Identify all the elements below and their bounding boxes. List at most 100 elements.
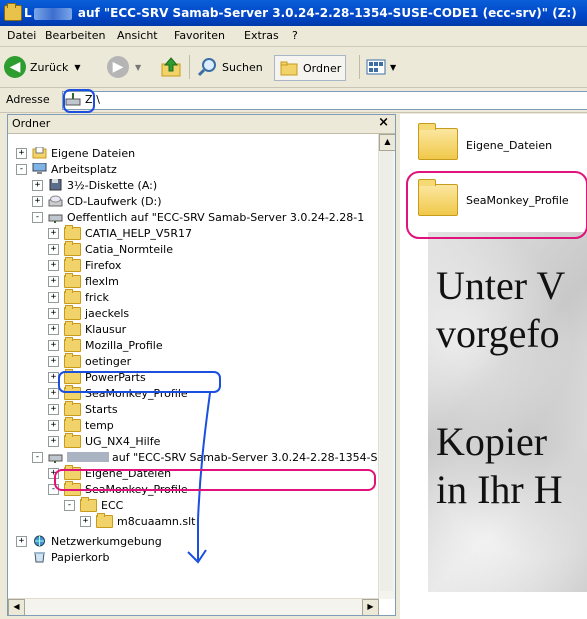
tree-item[interactable]: - SeaMonkey_Profile [48, 480, 188, 497]
expand-icon[interactable]: + [48, 275, 59, 287]
forward-arrow-icon: ▶ [107, 56, 129, 78]
expand-icon[interactable]: + [48, 419, 59, 431]
expand-icon[interactable]: + [48, 339, 59, 351]
tree-item-label: Eigene Dateien [51, 146, 136, 160]
tree-item[interactable]: +3½-Diskette (A:) [32, 177, 157, 193]
tree-item[interactable]: + SeaMonkey_Profile [48, 384, 188, 401]
scroll-up-icon[interactable]: ▲ [379, 134, 395, 151]
scroll-track[interactable] [380, 151, 393, 591]
tree-item-label: Mozilla_Profile [85, 338, 163, 352]
expand-icon[interactable]: + [48, 467, 59, 479]
expand-icon[interactable]: + [48, 403, 59, 415]
file-item-label[interactable]: SeaMonkey_Profile [466, 194, 569, 207]
scroll-right-icon[interactable]: ▶ [362, 599, 379, 615]
expand-icon[interactable]: + [32, 179, 43, 191]
expand-icon[interactable]: + [16, 535, 27, 547]
tree-item-label: Starts [85, 402, 118, 416]
folder-icon [64, 272, 81, 288]
expand-icon[interactable]: + [48, 307, 59, 319]
expand-icon[interactable]: + [48, 435, 59, 447]
tree-item-label: CD-Laufwerk (D:) [67, 194, 162, 208]
chevron-down-icon[interactable]: ▼ [135, 63, 141, 72]
tree-item[interactable]: - ECC [64, 496, 124, 513]
expand-icon[interactable]: + [48, 227, 59, 239]
menu-extras[interactable]: Extras [244, 29, 279, 42]
tree-item[interactable]: + CD-Laufwerk (D:) [32, 193, 162, 209]
tree-item-label: Papierkorb [51, 550, 110, 564]
tree-item[interactable]: + flexlm [48, 272, 119, 289]
up-folder-button[interactable] [160, 54, 182, 80]
tree-item-label: CATIA_HELP_V5R17 [85, 226, 192, 240]
file-item-label[interactable]: Eigene_Dateien [466, 139, 552, 152]
redacted-text [67, 452, 109, 462]
folder-icon[interactable] [418, 123, 458, 160]
tree-item[interactable]: + PowerParts [48, 368, 146, 385]
network-drive-icon [48, 454, 63, 463]
menu-datei[interactable]: Datei [7, 29, 36, 42]
collapse-icon[interactable]: - [32, 451, 43, 463]
back-button[interactable]: ◀ Zurück ▼ [4, 54, 81, 80]
expand-icon[interactable]: + [32, 195, 43, 207]
tree-item[interactable]: + Catia_Normteile [48, 240, 173, 257]
expand-icon[interactable]: + [48, 259, 59, 271]
tree-item[interactable]: + Starts [48, 400, 118, 417]
folders-icon [280, 61, 298, 76]
menu-help[interactable]: ? [292, 29, 298, 42]
toolbar-divider [359, 55, 360, 79]
menu-ansicht[interactable]: Ansicht [117, 29, 158, 42]
recycle-bin-icon [34, 552, 45, 563]
collapse-icon[interactable]: - [16, 163, 27, 175]
tree-item[interactable]: + m8cuaamn.slt [80, 512, 196, 529]
tree-item[interactable]: - Oeffentlich auf "ECC-SRV Samab-Server 3… [32, 209, 364, 225]
folder-icon [64, 416, 81, 432]
tree-item[interactable]: Papierkorb [16, 549, 109, 565]
tree-item[interactable]: + Eigene Dateien [16, 145, 135, 161]
tree-item[interactable]: + CATIA_HELP_V5R17 [48, 224, 192, 241]
tree-item[interactable]: + Firefox [48, 256, 121, 273]
folders-button[interactable]: Ordner [274, 55, 347, 81]
expand-icon[interactable]: + [80, 515, 91, 527]
cd-drive-icon [48, 195, 63, 207]
tree-item[interactable]: + jaeckels [48, 304, 129, 321]
tree-item[interactable]: - auf "ECC-SRV Samab-Server 3.0.24-2.28-1… [32, 449, 378, 465]
horizontal-scrollbar[interactable]: ◀ ▶ [8, 598, 379, 615]
expand-icon[interactable]: + [48, 387, 59, 399]
chevron-down-icon[interactable]: ▼ [74, 63, 80, 72]
tree-item[interactable]: + Klausur [48, 320, 126, 337]
expand-icon[interactable]: + [48, 323, 59, 335]
scroll-left-icon[interactable]: ◀ [8, 599, 25, 615]
folder-icon[interactable] [418, 179, 458, 216]
address-input[interactable]: Z:\ [62, 91, 587, 110]
collapse-icon[interactable]: - [48, 483, 59, 495]
tree-item-label: ECC [101, 498, 124, 512]
collapse-icon[interactable]: - [64, 499, 75, 511]
search-button[interactable]: Suchen [196, 54, 263, 80]
tree-item[interactable]: - Arbeitsplatz [16, 161, 117, 177]
overlay-image: Unter V vorgefo Kopier in Ihr H [428, 232, 587, 592]
toolbar-divider [189, 55, 190, 79]
tree-item[interactable]: + Mozilla_Profile [48, 336, 163, 353]
views-button[interactable]: ▼ [366, 54, 396, 80]
tree-item[interactable]: + UG_NX4_Hilfe [48, 432, 160, 449]
tree-item-label: Eigene_Dateien [85, 466, 172, 480]
tree-item[interactable]: + oetinger [48, 352, 131, 369]
expand-icon[interactable]: + [48, 291, 59, 303]
vertical-scrollbar[interactable]: ▲ [378, 134, 395, 599]
forward-button[interactable]: ▶ ▼ [107, 54, 141, 80]
tree-item-label: auf "ECC-SRV Samab-Server 3.0.24-2.28-13… [112, 450, 378, 464]
tree-item[interactable]: + Eigene_Dateien [48, 464, 172, 481]
collapse-icon[interactable]: - [32, 211, 43, 223]
expand-icon[interactable]: + [16, 147, 27, 159]
tree-item[interactable]: + frick [48, 288, 109, 305]
chevron-down-icon[interactable]: ▼ [390, 63, 396, 72]
expand-icon[interactable]: + [48, 355, 59, 367]
menu-bearbeiten[interactable]: Bearbeiten [45, 29, 105, 42]
expand-icon[interactable]: + [48, 243, 59, 255]
close-icon[interactable]: × [378, 115, 389, 130]
expand-icon[interactable]: + [48, 371, 59, 383]
tree-item[interactable]: + Netzwerkumgebung [16, 533, 162, 549]
address-value: Z:\ [85, 93, 100, 106]
tree-item[interactable]: + temp [48, 416, 114, 433]
folder-icon [64, 368, 81, 384]
menu-favoriten[interactable]: Favoriten [174, 29, 225, 42]
